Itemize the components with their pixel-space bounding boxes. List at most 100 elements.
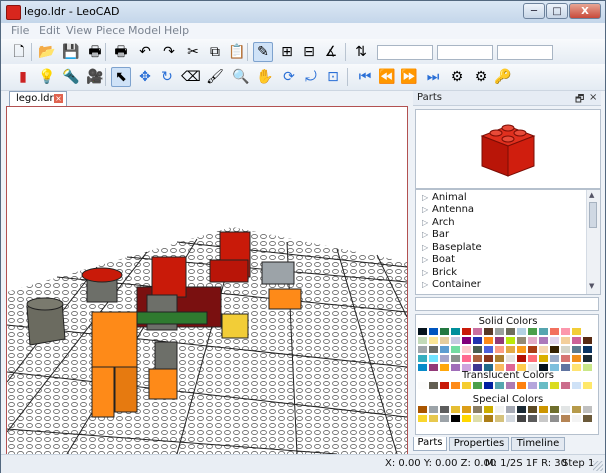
color-swatch[interactable] [560,345,571,354]
color-swatch[interactable] [483,414,494,423]
color-swatch[interactable] [560,405,571,414]
color-swatch[interactable] [428,381,439,390]
color-swatch[interactable] [549,336,560,345]
color-swatch[interactable] [549,354,560,363]
color-swatch[interactable] [494,336,505,345]
color-swatch[interactable] [560,354,571,363]
color-swatch[interactable] [461,345,472,354]
maximize-button[interactable]: □ [546,3,568,19]
spotlight-icon[interactable]: 🔦 [61,67,81,87]
color-swatch[interactable] [472,354,483,363]
color-swatch[interactable] [582,381,593,390]
color-swatch[interactable] [571,354,582,363]
color-swatch[interactable] [472,405,483,414]
color-swatch[interactable] [527,414,538,423]
parts-category-tree[interactable]: ▷ Animal ▷ Antenna ▷ Arch ▷ Bar ▷ Baseplate ▷… [415,189,601,295]
transform-input-2[interactable] [437,45,493,60]
tree-scrollbar[interactable]: ▲ ▼ [586,190,600,294]
move-icon[interactable]: ✥ [135,67,155,87]
print-preview-icon[interactable]: 🖶 [111,42,131,62]
color-swatch[interactable] [516,381,527,390]
color-swatch[interactable] [461,405,472,414]
resize-grip[interactable] [593,461,603,471]
paint-icon[interactable]: 🖌 [205,67,225,87]
pan-icon[interactable]: ✋ [255,67,275,87]
color-swatch[interactable] [494,354,505,363]
color-swatch[interactable] [472,345,483,354]
color-swatch[interactable] [483,327,494,336]
category-animal[interactable]: ▷ Animal [422,192,467,203]
last-step-icon[interactable]: ⏭ [423,67,443,87]
color-swatch[interactable] [549,327,560,336]
zoom-region-icon[interactable]: ⊡ [323,67,343,87]
category-brick[interactable]: ▷ Brick [422,267,457,278]
angle-snap-icon[interactable]: ∡ [321,42,341,62]
color-swatch[interactable] [417,345,428,354]
relative-transform-icon[interactable]: ✎ [253,42,273,62]
color-swatch[interactable] [472,327,483,336]
color-swatch[interactable] [450,336,461,345]
color-swatch[interactable] [516,354,527,363]
color-swatch[interactable] [439,345,450,354]
float-panel-icon[interactable]: 🗗 [575,92,584,109]
color-swatch[interactable] [494,414,505,423]
title-bar[interactable]: lego.ldr - LeoCAD ─ □ X [1,1,605,24]
color-swatch[interactable] [582,327,593,336]
color-swatch[interactable] [461,414,472,423]
animation-icon[interactable]: ⚙ [447,67,467,87]
lock-toggle-icon[interactable]: ⇅ [351,42,371,62]
color-swatch[interactable] [450,345,461,354]
color-swatch[interactable] [505,414,516,423]
menu-view[interactable]: View [66,24,92,37]
key-icon[interactable]: 🔑 [493,67,513,87]
color-swatch[interactable] [505,405,516,414]
color-swatch[interactable] [505,345,516,354]
color-swatch[interactable] [428,336,439,345]
color-swatch[interactable] [505,381,516,390]
category-container[interactable]: ▷ Container [422,279,481,290]
color-swatch[interactable] [461,381,472,390]
color-swatch[interactable] [549,405,560,414]
minimize-button[interactable]: ─ [523,3,545,19]
close-panel-icon[interactable]: × [589,92,597,103]
color-swatch[interactable] [538,336,549,345]
color-swatch[interactable] [472,336,483,345]
color-swatch[interactable] [450,354,461,363]
color-swatch[interactable] [549,345,560,354]
rotate-icon[interactable]: ↻ [157,67,177,87]
zoom-icon[interactable]: 🔍 [231,67,251,87]
color-swatch[interactable] [516,414,527,423]
rotate-view-icon[interactable]: ⟳ [279,67,299,87]
next-step-icon[interactable]: ⏩ [399,67,419,87]
color-swatch[interactable] [571,336,582,345]
color-swatch[interactable] [571,405,582,414]
color-swatch[interactable] [571,345,582,354]
part-search-field[interactable] [415,297,599,311]
category-arch[interactable]: ▷ Arch [422,217,455,228]
eraser-icon[interactable]: ⌫ [181,67,201,87]
color-swatch[interactable] [582,414,593,423]
color-swatch[interactable] [516,405,527,414]
color-swatch[interactable] [538,327,549,336]
tab-timeline[interactable]: Timeline [511,437,565,451]
color-swatch[interactable] [505,336,516,345]
color-swatch[interactable] [571,327,582,336]
save-icon[interactable]: 💾 [61,42,81,62]
3d-viewport[interactable] [6,106,408,455]
color-swatch[interactable] [505,327,516,336]
transform-input-3[interactable] [497,45,553,60]
color-swatch[interactable] [417,327,428,336]
color-swatch[interactable] [472,414,483,423]
print-icon[interactable]: 🖶 [85,42,105,62]
color-swatch[interactable] [582,405,593,414]
select-icon[interactable]: ⬉ [111,67,131,87]
color-swatch[interactable] [582,354,593,363]
roll-icon[interactable]: ⤾ [301,67,321,87]
color-swatch[interactable] [527,354,538,363]
color-swatch[interactable] [571,381,582,390]
menu-file[interactable]: File [11,24,29,37]
color-swatch[interactable] [571,414,582,423]
color-swatch[interactable] [549,414,560,423]
color-swatch[interactable] [439,354,450,363]
color-swatch[interactable] [538,414,549,423]
